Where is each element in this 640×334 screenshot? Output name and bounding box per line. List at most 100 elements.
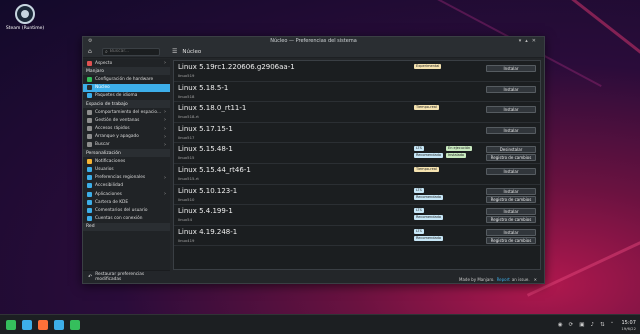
sidebar-item[interactable]: Aspecto ›	[83, 59, 170, 67]
firefox-icon[interactable]	[38, 319, 48, 330]
home-icon[interactable]: ⌂	[88, 48, 98, 55]
sidebar-item[interactable]: Arranque y apagado ›	[83, 133, 170, 141]
sidebar-item[interactable]: Gestión de ventanas ›	[83, 116, 170, 124]
files-icon[interactable]	[22, 319, 32, 330]
sidebar-item[interactable]: Cuentas con conexión	[83, 215, 170, 223]
kernel-package: linux518-rt	[178, 114, 199, 120]
kernel-action-button[interactable]: Registro de cambios	[486, 154, 536, 162]
hamburger-menu-icon[interactable]: ☰	[172, 48, 177, 55]
window-controls: ▾▴✕	[519, 38, 540, 44]
desktop-icon-steam[interactable]: Steam (Runtime)	[4, 4, 46, 31]
chevron-right-icon: ›	[164, 133, 166, 140]
restore-defaults-button[interactable]: ↶ Restaurar preferencias modificadas	[83, 270, 170, 283]
sidebar-item-label: Núcleo	[95, 85, 110, 91]
kernel-action-button[interactable]: Instalar	[486, 167, 536, 175]
updates-icon[interactable]: ⟳	[569, 322, 574, 328]
kernel-action-button[interactable]: Instalar	[486, 208, 536, 216]
sidebar-item-label: Preferencias regionales	[95, 175, 146, 181]
sidebar-item[interactable]: Preferencias regionales ›	[83, 174, 170, 182]
kernel-badge: LTS	[414, 146, 424, 152]
sidebar-item[interactable]: Accesos rápidos ›	[83, 125, 170, 133]
kernel-list: Linux 5.19rc1.220606.g2906aa-1 linux519 Ex…	[173, 60, 541, 270]
sidebar-item[interactable]: Cartera de KDE	[83, 198, 170, 206]
chevron-right-icon: ›	[164, 60, 166, 67]
close-icon[interactable]: ✕	[534, 277, 537, 282]
kernel-action-button[interactable]: Instalar	[486, 65, 536, 72]
kernel-action-button[interactable]: Instalar	[486, 228, 536, 236]
kernel-action-button[interactable]: Registro de cambios	[486, 216, 536, 224]
chevron-right-icon: ›	[164, 109, 166, 116]
kernel-name: Linux 5.18.0_rt11-1	[178, 104, 247, 113]
sidebar-item-label: Cartera de KDE	[95, 199, 129, 205]
sidebar-item-label: Aplicaciones	[95, 191, 122, 197]
report-link[interactable]: Report	[497, 277, 510, 282]
network-icon[interactable]: ⇅	[600, 322, 605, 328]
sidebar-item-label: Comportamiento del espacio...	[95, 109, 162, 115]
clipboard-icon[interactable]: ▣	[579, 322, 584, 328]
sidebar-item[interactable]: Configuración de hardware	[83, 75, 170, 83]
settings-icon[interactable]	[70, 319, 80, 330]
kernel-row: Linux 5.18.5-1 linux518 Instalar	[174, 82, 540, 103]
sidebar: Aspecto › Manjaro Configuración de hardware…	[83, 59, 170, 271]
sidebar-item[interactable]: Usuarios	[83, 165, 170, 173]
sidebar-item-label: Arranque y apagado	[95, 134, 139, 140]
sidebar-item[interactable]: Aplicaciones ›	[83, 190, 170, 198]
sidebar-item[interactable]: Accesibilidad	[83, 182, 170, 190]
taskbar: ◉ ⟳ ▣ ♪ ⇅ ˄ 15:07 19/6/22	[0, 314, 640, 334]
statusbar: Made by Manjaro. Report an issue. ✕	[173, 275, 541, 283]
sidebar-item-icon	[87, 158, 92, 164]
chevron-right-icon: ›	[164, 117, 166, 124]
kernel-action-button[interactable]: Instalar	[486, 106, 536, 114]
chevron-right-icon: ›	[164, 125, 166, 132]
close-icon[interactable]: ✕	[532, 38, 540, 44]
search-input[interactable]	[109, 49, 154, 54]
chevron-right-icon: ›	[164, 141, 166, 148]
search-icon: ⌕	[105, 48, 108, 55]
page-title: Núcleo	[182, 48, 202, 55]
kernel-name: Linux 5.19rc1.220606.g2906aa-1	[178, 63, 295, 71]
discover-icon[interactable]	[54, 319, 64, 330]
sidebar-item-label: Paquetes de idioma	[95, 93, 138, 99]
clock-date: 19/6/22	[621, 325, 636, 331]
steam-tray-icon[interactable]: ◉	[558, 322, 563, 328]
sidebar-item[interactable]: Núcleo	[83, 83, 170, 92]
sidebar-item[interactable]: Notificaciones	[83, 157, 170, 165]
sidebar-item[interactable]: Buscar ›	[83, 141, 170, 149]
kernel-badge: Experimental	[414, 64, 442, 69]
kernel-row: Linux 5.10.123-1 linux510 LTS Recomendado In…	[174, 185, 540, 206]
sidebar-item-icon	[87, 199, 92, 205]
sidebar-item[interactable]: Comportamiento del espacio... ›	[83, 108, 170, 116]
kernel-action-button[interactable]: Registro de cambios	[486, 195, 536, 203]
sidebar-item[interactable]: Paquetes de idioma	[83, 92, 170, 100]
kernel-action-button[interactable]: Instalar	[486, 126, 536, 134]
chevron-up-icon[interactable]: ˄	[611, 322, 614, 328]
sidebar-item-label: Notificaciones	[95, 158, 126, 164]
volume-icon[interactable]: ♪	[590, 322, 594, 328]
kernel-package: linux54	[178, 217, 193, 223]
titlebar[interactable]: ⚙ Núcleo — Preferencias del sistema ▾▴✕	[83, 37, 544, 46]
app-menu-icon[interactable]	[6, 319, 16, 330]
kernel-action-button[interactable]: Instalar	[486, 85, 536, 93]
window-title: Núcleo — Preferencias del sistema	[270, 38, 357, 44]
sidebar-item-label: Comentarios del usuario	[95, 207, 148, 213]
status-prefix: Made by Manjaro.	[459, 276, 495, 282]
sidebar-item[interactable]: Comentarios del usuario	[83, 206, 170, 214]
settings-window: ⚙ Núcleo — Preferencias del sistema ▾▴✕ …	[82, 36, 545, 284]
sidebar-item-icon	[87, 109, 92, 115]
sidebar-item-label: Configuración de hardware	[95, 76, 154, 82]
clock-time: 15:07	[621, 319, 636, 326]
clock[interactable]: 15:07 19/6/22	[621, 320, 636, 331]
kernel-package: linux517	[178, 134, 195, 140]
kernel-action-button[interactable]: Instalar	[486, 187, 536, 195]
sidebar-item-icon	[87, 142, 92, 148]
sidebar-item-icon	[87, 85, 92, 91]
search-box[interactable]: ⌕	[102, 47, 160, 56]
kernel-row: Linux 5.19rc1.220606.g2906aa-1 linux519 Ex…	[174, 61, 540, 82]
kernel-badge: Recomendado	[414, 194, 444, 200]
kernel-action-button[interactable]: Desinstalar	[486, 146, 536, 154]
kernel-badge: Recomendado	[414, 153, 444, 159]
kernel-badge: En ejecución	[446, 146, 473, 152]
kernel-action-button[interactable]: Registro de cambios	[486, 236, 536, 244]
kernel-package: linux515	[178, 155, 195, 161]
sidebar-item-icon	[87, 60, 92, 66]
